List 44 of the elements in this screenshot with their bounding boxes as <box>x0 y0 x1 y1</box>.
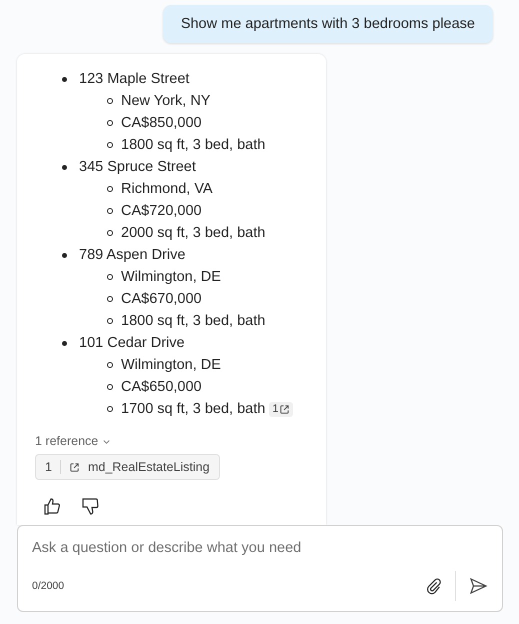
listing-address: 101 Cedar Drive <box>79 334 185 353</box>
bullet-icon <box>107 296 113 302</box>
bullet-icon <box>107 98 113 104</box>
listing-detail: CA$850,000 <box>121 114 202 133</box>
listing-address: 123 Maple Street <box>79 70 190 89</box>
listing-address: 789 Aspen Drive <box>79 246 186 265</box>
paperclip-icon[interactable] <box>425 577 443 595</box>
bullet-icon <box>107 120 113 126</box>
listing-detail: Richmond, VA <box>121 180 213 199</box>
listing-detail: 1800 sq ft, 3 bed, bath <box>121 312 266 331</box>
listing-address: 345 Spruce Street <box>79 158 196 177</box>
external-link-icon <box>279 404 290 414</box>
listing-detail: 1700 sq ft, 3 bed, bath <box>121 400 266 419</box>
thumbs-down-icon[interactable] <box>80 496 100 516</box>
user-message: Show me apartments with 3 bedrooms please <box>162 5 493 43</box>
listing-detail: 2000 sq ft, 3 bed, bath <box>121 224 266 243</box>
bullet-icon <box>107 208 113 214</box>
bullet-icon <box>107 406 113 412</box>
reference-chip[interactable]: 1 md_RealEstateListing <box>35 454 220 480</box>
listing-detail: CA$670,000 <box>121 290 202 309</box>
thumbs-up-icon[interactable] <box>42 496 62 516</box>
listing-detail: 1800 sq ft, 3 bed, bath <box>121 136 266 155</box>
references-toggle[interactable]: 1 reference <box>35 434 112 448</box>
bullet-icon <box>62 252 67 258</box>
send-icon[interactable] <box>468 576 488 596</box>
bullet-icon <box>107 230 113 236</box>
bullet-icon <box>107 318 113 324</box>
listing-detail: Wilmington, DE <box>121 356 221 375</box>
citation-link[interactable]: 1 <box>269 402 294 416</box>
bullet-icon <box>107 362 113 368</box>
bullet-icon <box>62 340 67 346</box>
bullet-icon <box>62 164 67 170</box>
message-input[interactable]: Ask a question or describe what you need <box>32 540 488 556</box>
bullet-icon <box>107 186 113 192</box>
listing-detail: Wilmington, DE <box>121 268 221 287</box>
bullet-icon <box>107 142 113 148</box>
external-link-icon <box>68 462 80 472</box>
character-counter: 0/2000 <box>32 580 64 592</box>
listing-detail: New York, NY <box>121 92 210 111</box>
listing-detail: CA$720,000 <box>121 202 202 221</box>
bullet-icon <box>107 384 113 390</box>
bullet-icon <box>62 76 67 82</box>
listing-detail: CA$650,000 <box>121 378 202 397</box>
bullet-icon <box>107 274 113 280</box>
